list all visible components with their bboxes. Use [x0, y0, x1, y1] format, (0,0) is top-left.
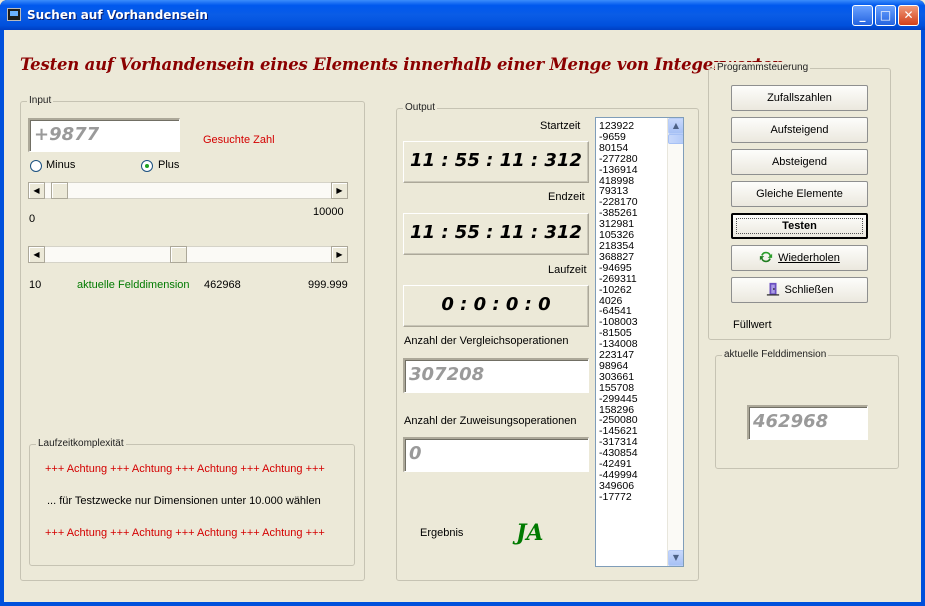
current-dimension-legend: aktuelle Felddimension [722, 349, 829, 360]
dimension-note: ... für Testzwecke nur Dimensionen unter… [47, 495, 321, 507]
scroll-thumb[interactable] [668, 134, 683, 144]
fill-value-label: Füllwert [733, 319, 772, 331]
search-number-label: Gesuchte Zahl [203, 134, 275, 146]
ascending-button[interactable]: Aufsteigend [731, 117, 868, 143]
result-value: JA [516, 520, 544, 546]
test-button-focus-ring [736, 218, 863, 234]
list-item[interactable]: -17772 [599, 491, 667, 503]
assign-ops-value: 0 [409, 443, 422, 464]
run-time-value: 0 : 0 : 0 : 0 [441, 294, 551, 315]
search-number-field[interactable]: +9877 [28, 118, 180, 152]
complexity-legend: Laufzeitkomplexität [36, 438, 126, 449]
close-app-button-label: Schließen [784, 284, 834, 296]
random-numbers-button[interactable]: Zufallszahlen [731, 85, 868, 111]
window-title: Suchen auf Vorhandensein [27, 8, 208, 22]
list-item[interactable]: -299445 [599, 393, 667, 405]
program-control-legend: Programmsteuerung [715, 62, 811, 73]
test-button[interactable]: Testen [731, 213, 868, 239]
start-time-label: Startzeit [540, 120, 581, 132]
run-time-label: Laufzeit [548, 264, 587, 276]
radio-plus[interactable] [141, 160, 153, 172]
dimension-slider-thumb[interactable] [169, 246, 187, 263]
close-app-button[interactable]: Schließen [731, 277, 868, 303]
current-dimension-field-value: 462968 [753, 411, 829, 432]
list-item[interactable]: -277280 [599, 153, 667, 165]
dimension-slider[interactable]: ◀ ▶ [28, 246, 348, 263]
slider-min-label: 0 [29, 213, 36, 225]
repeat-button[interactable]: Wiederholen [731, 245, 868, 271]
end-time-label: Endzeit [548, 191, 585, 203]
list-item[interactable]: -269311 [599, 273, 667, 285]
values-list: 123922 -9659 80154 -277280 -136914 418998 7931… [599, 121, 667, 503]
slider-left-arrow-icon[interactable]: ◀ [28, 182, 45, 199]
repeat-button-label: Wiederholen [778, 252, 840, 264]
listbox-scrollbar[interactable]: ▲ ▼ [667, 118, 683, 566]
current-dimension-value: 462968 [204, 279, 241, 291]
slider-max-label: 10000 [313, 206, 344, 218]
scroll-down-icon[interactable]: ▼ [668, 550, 683, 566]
maximize-button[interactable]: □ [875, 5, 896, 26]
page-heading: Testen auf Vorhandensein eines Elements … [20, 55, 784, 74]
slider-thumb[interactable] [51, 182, 69, 199]
slider-right-arrow-icon[interactable]: ▶ [331, 182, 348, 199]
exit-door-icon [766, 282, 779, 296]
dimension-left-arrow-icon[interactable]: ◀ [28, 246, 45, 263]
assign-ops-field: 0 [403, 437, 589, 472]
output-group-legend: Output [403, 102, 438, 113]
title-bar[interactable]: Suchen auf Vorhandensein _ □ ✕ [0, 0, 925, 30]
equal-elements-button[interactable]: Gleiche Elemente [731, 181, 868, 207]
radio-plus-label: Plus [158, 159, 180, 171]
input-group-legend: Input [27, 95, 54, 106]
dimension-max-label: 999.999 [308, 279, 348, 291]
search-number-value: +9877 [34, 124, 100, 145]
compare-ops-value: 307208 [409, 364, 485, 385]
warning-line-bottom: +++ Achtung +++ Achtung +++ Achtung +++ … [45, 527, 325, 539]
result-label: Ergebnis [420, 527, 464, 539]
start-time-value: 11 : 55 : 11 : 312 [410, 150, 582, 171]
radio-minus-label: Minus [46, 159, 76, 171]
refresh-icon [759, 251, 773, 263]
search-value-slider[interactable]: ◀ ▶ [28, 182, 348, 199]
current-dimension-label: aktuelle Felddimension [77, 279, 190, 291]
app-icon [7, 8, 21, 21]
close-button[interactable]: ✕ [898, 5, 919, 26]
end-time-display: 11 : 55 : 11 : 312 [403, 213, 589, 255]
radio-minus[interactable] [30, 160, 42, 172]
end-time-value: 11 : 55 : 11 : 312 [410, 222, 582, 243]
compare-ops-field: 307208 [403, 358, 589, 393]
start-time-display: 11 : 55 : 11 : 312 [403, 141, 589, 183]
warning-line-top: +++ Achtung +++ Achtung +++ Achtung +++ … [45, 463, 325, 475]
minimize-button[interactable]: _ [852, 5, 873, 26]
run-time-display: 0 : 0 : 0 : 0 [403, 285, 589, 327]
list-item[interactable]: -10262 [599, 284, 667, 296]
current-dimension-field: 462968 [747, 405, 868, 440]
assign-ops-label: Anzahl der Zuweisungsoperationen [404, 415, 577, 427]
list-item[interactable]: -136914 [599, 164, 667, 176]
compare-ops-label: Anzahl der Vergleichsoperationen [404, 335, 569, 347]
scroll-up-icon[interactable]: ▲ [668, 118, 683, 134]
dimension-right-arrow-icon[interactable]: ▶ [331, 246, 348, 263]
values-listbox[interactable]: 123922 -9659 80154 -277280 -136914 418998 7931… [595, 117, 684, 567]
dimension-min-label: 10 [29, 279, 42, 291]
descending-button[interactable]: Absteigend [731, 149, 868, 175]
